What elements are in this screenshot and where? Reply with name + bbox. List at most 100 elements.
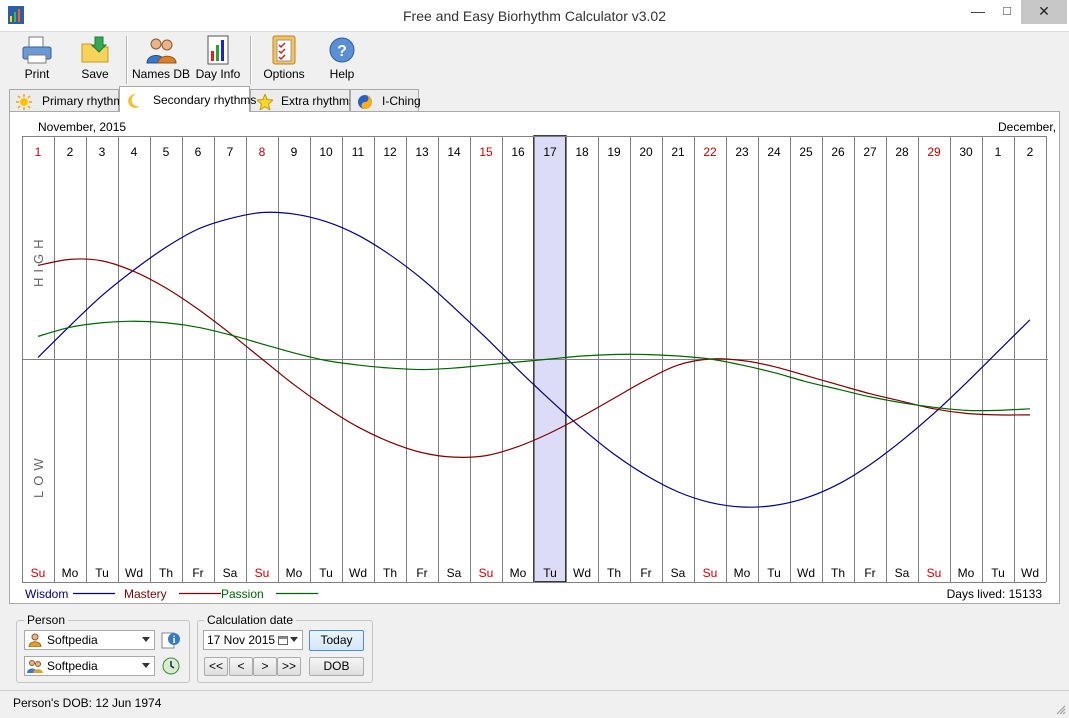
weekday-label: Mo (734, 566, 751, 580)
person-primary-select[interactable]: Softpedia (24, 630, 155, 650)
day-number-label: 11 (352, 145, 365, 159)
day-number-label: 12 (383, 145, 397, 159)
options-label: Options (263, 67, 305, 81)
weekday-label: Tu (543, 566, 557, 580)
resize-grip-icon[interactable] (1056, 705, 1066, 715)
star-icon (257, 94, 273, 110)
print-button[interactable]: Print (14, 35, 60, 85)
save-label: Save (81, 67, 109, 81)
prev-date-button[interactable]: < (229, 657, 253, 676)
weekday-label: Mo (958, 566, 975, 580)
day-number-label: 10 (319, 145, 333, 159)
person-secondary-value: Softpedia (47, 659, 98, 673)
names-db-label: Names DB (132, 67, 191, 81)
chart-panel: November, 2015 December, 2 1 Su 2 Mo 3 Tu 4 Wd 5 Th… (9, 111, 1060, 604)
weekday-label: Sa (671, 566, 686, 580)
sun-icon (16, 94, 32, 110)
calc-date-group-title: Calculation date (204, 613, 297, 627)
weekday-label: Wd (573, 566, 591, 580)
weekday-label: Su (255, 566, 270, 580)
tab-secondary-rhythms[interactable]: Secondary rhythms (119, 86, 256, 112)
next-date-button[interactable]: > (253, 657, 277, 676)
day-number-label: 27 (863, 145, 877, 159)
day-number-label: 6 (195, 145, 202, 159)
tab-label: I-Ching (382, 94, 421, 108)
person-group-title: Person (24, 613, 69, 627)
day-number-label: 15 (479, 145, 493, 159)
weekday-label: Th (383, 566, 397, 580)
month-label-left: November, 2015 (38, 120, 126, 134)
svg-text:?: ? (337, 43, 347, 60)
weekday-label: Tu (767, 566, 781, 580)
day-number-label: 17 (543, 145, 557, 159)
moon-icon (128, 93, 140, 108)
weekday-label: Fr (192, 566, 203, 580)
biorhythm-chart: November, 2015 December, 2 1 Su 2 Mo 3 Tu 4 Wd 5 Th… (22, 120, 1059, 601)
first-date-button[interactable]: << (204, 657, 228, 676)
close-button[interactable]: ✕ (1021, 0, 1067, 24)
person-secondary-select[interactable]: Softpedia (24, 656, 155, 676)
weekday-label: Sa (895, 566, 910, 580)
folder-save-icon (81, 36, 109, 63)
toolbar-separator (126, 36, 128, 84)
weekday-label: Sa (447, 566, 462, 580)
day-number-label: 21 (671, 145, 685, 159)
day-number-label: 8 (259, 145, 266, 159)
weekday-label: Mo (62, 566, 79, 580)
day-number-label: 25 (799, 145, 813, 159)
maximize-button[interactable]: □ (990, 0, 1024, 24)
day-number-label: 1 (995, 145, 1002, 159)
weekday-label: Fr (416, 566, 427, 580)
day-info-button[interactable]: Day Info (195, 35, 241, 85)
weekday-label: Wd (349, 566, 367, 580)
weekday-label: Su (703, 566, 718, 580)
day-number-label: 20 (639, 145, 653, 159)
day-number-label: 18 (575, 145, 589, 159)
calc-date-picker[interactable]: 17 Nov 2015 (203, 630, 303, 650)
weekday-label: Su (31, 566, 46, 580)
last-date-button[interactable]: >> (277, 657, 301, 676)
weekday-label: Wd (1021, 566, 1039, 580)
day-number-label: 28 (895, 145, 909, 159)
person-info-button[interactable]: i (161, 630, 181, 650)
tab-primary-rhythms[interactable]: Primary rhythms (9, 89, 129, 111)
weekday-label: Mo (286, 566, 303, 580)
weekday-label: Wd (125, 566, 143, 580)
names-db-button[interactable]: Names DB (132, 35, 190, 85)
day-number-label: 23 (735, 145, 749, 159)
tab-i-ching[interactable]: I-Ching (350, 89, 421, 111)
options-button[interactable]: Options (261, 35, 307, 85)
person-compare-button[interactable] (161, 656, 181, 676)
print-label: Print (24, 67, 50, 81)
legend-label-mastery: Mastery (124, 587, 167, 601)
weekday-label: Tu (319, 566, 333, 580)
day-number-label: 4 (131, 145, 138, 159)
weekday-label: Th (607, 566, 621, 580)
tab-label: Secondary rhythms (153, 93, 257, 107)
chevron-down-icon (290, 637, 298, 642)
svg-text:i: i (173, 635, 176, 646)
weekday-label: Su (927, 566, 942, 580)
dob-button[interactable]: DOB (309, 657, 364, 676)
weekday-label: Tu (991, 566, 1005, 580)
low-label: LOW (31, 453, 46, 498)
weekday-label: Sa (223, 566, 238, 580)
status-dob-text: Person's DOB: 12 Jun 1974 (13, 696, 162, 710)
day-number-label: 3 (99, 145, 106, 159)
weekday-label: Th (831, 566, 845, 580)
person-icon (28, 633, 42, 647)
day-number-label: 9 (291, 145, 298, 159)
tab-extra-rhythms[interactable]: Extra rhythms (250, 89, 355, 111)
day-number-label: 14 (447, 145, 461, 159)
people-icon (146, 38, 177, 64)
printer-icon (22, 36, 52, 64)
help-button[interactable]: ? Help (319, 35, 365, 85)
today-button[interactable]: Today (309, 630, 364, 651)
save-button[interactable]: Save (72, 35, 118, 85)
day-number-label: 2 (1027, 145, 1034, 159)
tab-label: Extra rhythms (281, 94, 356, 108)
chart-document-icon (207, 35, 229, 65)
day-number-label: 1 (35, 145, 42, 159)
weekday-label: Su (479, 566, 494, 580)
weekday-label: Wd (797, 566, 815, 580)
